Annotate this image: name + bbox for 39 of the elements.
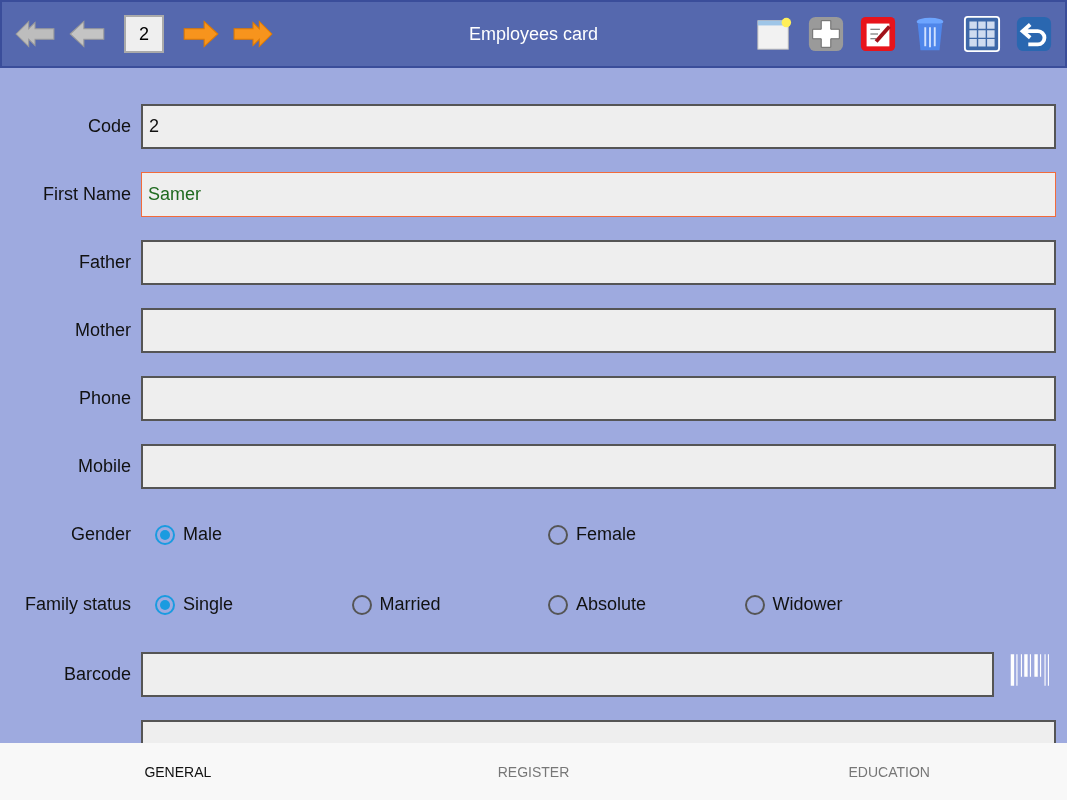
field-label: Phone: [77, 388, 132, 409]
edit-icon[interactable]: [859, 14, 897, 54]
window-title: Employees card: [468, 23, 599, 45]
input-field[interactable]: [141, 376, 1056, 421]
radio-button[interactable]: [744, 594, 765, 615]
field-label: Mother: [73, 320, 132, 341]
radio-button[interactable]: [548, 594, 568, 615]
input-field[interactable]: [141, 444, 1056, 489]
grid-icon[interactable]: [963, 14, 1001, 54]
tab[interactable]: GENERAL: [0, 743, 356, 800]
field-label: First Name: [42, 184, 132, 205]
field-label: Family status: [23, 594, 132, 615]
field-label: Code: [86, 116, 132, 137]
input-field[interactable]: [141, 240, 1056, 285]
radio-label[interactable]: Male: [183, 524, 222, 545]
input-field[interactable]: Samer: [141, 172, 1056, 217]
radio-button[interactable]: [155, 524, 175, 545]
tab[interactable]: EDUCATION: [711, 743, 1067, 800]
radio-label[interactable]: Widower: [772, 594, 843, 615]
tab[interactable]: REGISTER: [355, 743, 712, 800]
field-label: Gender: [69, 524, 132, 545]
radio-label[interactable]: Single: [183, 594, 234, 615]
field-label: Father: [77, 252, 132, 273]
field-label: Barcode: [62, 664, 132, 685]
first-record-icon[interactable]: [14, 18, 56, 50]
radio-button[interactable]: [351, 594, 372, 615]
radio-label[interactable]: Married: [379, 594, 441, 615]
input-field[interactable]: [141, 308, 1056, 353]
radio-button[interactable]: [548, 524, 568, 545]
input-field[interactable]: [141, 652, 994, 697]
radio-button[interactable]: [155, 594, 175, 615]
radio-label[interactable]: Absolute: [576, 594, 647, 615]
add-icon[interactable]: [807, 14, 845, 54]
input-field[interactable]: 2: [141, 104, 1056, 149]
back-icon[interactable]: [1015, 14, 1053, 54]
field-label: Mobile: [76, 456, 132, 477]
record-number-field[interactable]: 2: [124, 15, 164, 53]
last-record-icon[interactable]: [232, 18, 274, 50]
radio-label[interactable]: Female: [576, 524, 637, 545]
